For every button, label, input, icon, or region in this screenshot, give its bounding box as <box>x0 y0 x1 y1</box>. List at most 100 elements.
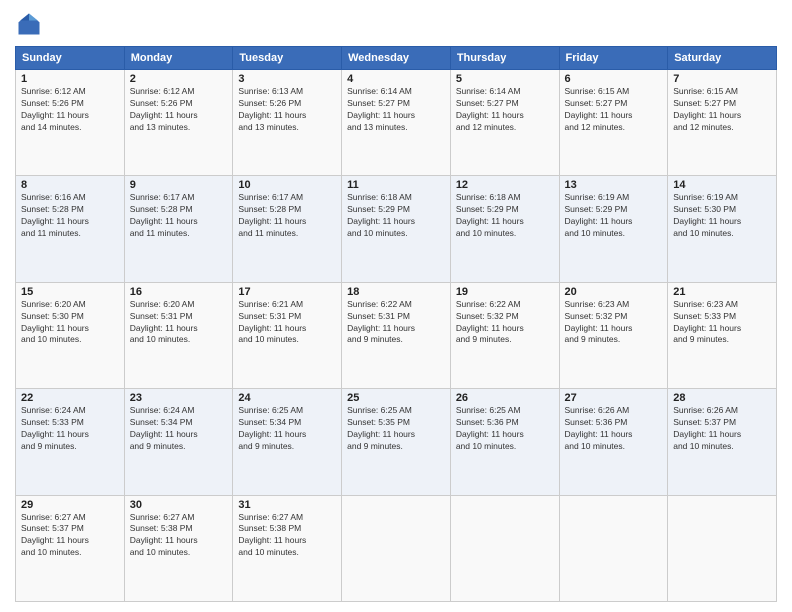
day-cell: 13Sunrise: 6:19 AMSunset: 5:29 PMDayligh… <box>559 176 668 282</box>
day-info: Sunrise: 6:18 AMSunset: 5:29 PMDaylight:… <box>347 192 445 240</box>
day-cell: 22Sunrise: 6:24 AMSunset: 5:33 PMDayligh… <box>16 389 125 495</box>
logo <box>15 10 47 38</box>
day-info: Sunrise: 6:17 AMSunset: 5:28 PMDaylight:… <box>238 192 336 240</box>
day-info: Sunrise: 6:14 AMSunset: 5:27 PMDaylight:… <box>456 86 554 134</box>
page: SundayMondayTuesdayWednesdayThursdayFrid… <box>0 0 792 612</box>
day-info: Sunrise: 6:14 AMSunset: 5:27 PMDaylight:… <box>347 86 445 134</box>
day-info: Sunrise: 6:24 AMSunset: 5:33 PMDaylight:… <box>21 405 119 453</box>
day-info: Sunrise: 6:25 AMSunset: 5:36 PMDaylight:… <box>456 405 554 453</box>
day-cell: 23Sunrise: 6:24 AMSunset: 5:34 PMDayligh… <box>124 389 233 495</box>
week-row-4: 22Sunrise: 6:24 AMSunset: 5:33 PMDayligh… <box>16 389 777 495</box>
day-cell: 25Sunrise: 6:25 AMSunset: 5:35 PMDayligh… <box>342 389 451 495</box>
day-number: 2 <box>130 73 228 85</box>
day-cell: 1Sunrise: 6:12 AMSunset: 5:26 PMDaylight… <box>16 70 125 176</box>
day-cell: 27Sunrise: 6:26 AMSunset: 5:36 PMDayligh… <box>559 389 668 495</box>
day-cell: 21Sunrise: 6:23 AMSunset: 5:33 PMDayligh… <box>668 282 777 388</box>
day-info: Sunrise: 6:20 AMSunset: 5:31 PMDaylight:… <box>130 299 228 347</box>
day-number: 29 <box>21 499 119 511</box>
day-number: 13 <box>565 179 663 191</box>
day-number: 17 <box>238 286 336 298</box>
day-number: 31 <box>238 499 336 511</box>
day-cell: 2Sunrise: 6:12 AMSunset: 5:26 PMDaylight… <box>124 70 233 176</box>
day-cell: 16Sunrise: 6:20 AMSunset: 5:31 PMDayligh… <box>124 282 233 388</box>
day-cell <box>342 495 451 601</box>
day-number: 26 <box>456 392 554 404</box>
day-info: Sunrise: 6:15 AMSunset: 5:27 PMDaylight:… <box>565 86 663 134</box>
day-cell: 3Sunrise: 6:13 AMSunset: 5:26 PMDaylight… <box>233 70 342 176</box>
day-info: Sunrise: 6:25 AMSunset: 5:35 PMDaylight:… <box>347 405 445 453</box>
day-info: Sunrise: 6:19 AMSunset: 5:29 PMDaylight:… <box>565 192 663 240</box>
column-header-thursday: Thursday <box>450 47 559 70</box>
day-number: 7 <box>673 73 771 85</box>
day-cell: 12Sunrise: 6:18 AMSunset: 5:29 PMDayligh… <box>450 176 559 282</box>
day-number: 23 <box>130 392 228 404</box>
column-header-sunday: Sunday <box>16 47 125 70</box>
week-row-3: 15Sunrise: 6:20 AMSunset: 5:30 PMDayligh… <box>16 282 777 388</box>
day-info: Sunrise: 6:22 AMSunset: 5:32 PMDaylight:… <box>456 299 554 347</box>
day-number: 19 <box>456 286 554 298</box>
day-info: Sunrise: 6:23 AMSunset: 5:33 PMDaylight:… <box>673 299 771 347</box>
day-number: 28 <box>673 392 771 404</box>
day-number: 15 <box>21 286 119 298</box>
day-cell: 15Sunrise: 6:20 AMSunset: 5:30 PMDayligh… <box>16 282 125 388</box>
day-number: 1 <box>21 73 119 85</box>
calendar-header-row: SundayMondayTuesdayWednesdayThursdayFrid… <box>16 47 777 70</box>
day-number: 27 <box>565 392 663 404</box>
day-info: Sunrise: 6:21 AMSunset: 5:31 PMDaylight:… <box>238 299 336 347</box>
day-number: 18 <box>347 286 445 298</box>
day-info: Sunrise: 6:27 AMSunset: 5:38 PMDaylight:… <box>130 512 228 560</box>
day-info: Sunrise: 6:26 AMSunset: 5:36 PMDaylight:… <box>565 405 663 453</box>
day-cell <box>668 495 777 601</box>
day-number: 8 <box>21 179 119 191</box>
day-number: 16 <box>130 286 228 298</box>
day-info: Sunrise: 6:23 AMSunset: 5:32 PMDaylight:… <box>565 299 663 347</box>
header <box>15 10 777 38</box>
day-cell: 7Sunrise: 6:15 AMSunset: 5:27 PMDaylight… <box>668 70 777 176</box>
day-number: 5 <box>456 73 554 85</box>
day-cell: 4Sunrise: 6:14 AMSunset: 5:27 PMDaylight… <box>342 70 451 176</box>
day-number: 11 <box>347 179 445 191</box>
day-number: 12 <box>456 179 554 191</box>
day-number: 30 <box>130 499 228 511</box>
day-number: 22 <box>21 392 119 404</box>
week-row-2: 8Sunrise: 6:16 AMSunset: 5:28 PMDaylight… <box>16 176 777 282</box>
day-info: Sunrise: 6:26 AMSunset: 5:37 PMDaylight:… <box>673 405 771 453</box>
day-number: 9 <box>130 179 228 191</box>
column-header-tuesday: Tuesday <box>233 47 342 70</box>
day-cell: 31Sunrise: 6:27 AMSunset: 5:38 PMDayligh… <box>233 495 342 601</box>
day-info: Sunrise: 6:12 AMSunset: 5:26 PMDaylight:… <box>130 86 228 134</box>
day-cell: 10Sunrise: 6:17 AMSunset: 5:28 PMDayligh… <box>233 176 342 282</box>
day-cell: 24Sunrise: 6:25 AMSunset: 5:34 PMDayligh… <box>233 389 342 495</box>
calendar-body: 1Sunrise: 6:12 AMSunset: 5:26 PMDaylight… <box>16 70 777 602</box>
column-header-wednesday: Wednesday <box>342 47 451 70</box>
day-number: 21 <box>673 286 771 298</box>
day-number: 3 <box>238 73 336 85</box>
logo-icon <box>15 10 43 38</box>
day-number: 4 <box>347 73 445 85</box>
day-info: Sunrise: 6:16 AMSunset: 5:28 PMDaylight:… <box>21 192 119 240</box>
day-cell: 30Sunrise: 6:27 AMSunset: 5:38 PMDayligh… <box>124 495 233 601</box>
day-info: Sunrise: 6:13 AMSunset: 5:26 PMDaylight:… <box>238 86 336 134</box>
day-cell: 9Sunrise: 6:17 AMSunset: 5:28 PMDaylight… <box>124 176 233 282</box>
day-cell: 29Sunrise: 6:27 AMSunset: 5:37 PMDayligh… <box>16 495 125 601</box>
day-cell: 11Sunrise: 6:18 AMSunset: 5:29 PMDayligh… <box>342 176 451 282</box>
day-cell: 26Sunrise: 6:25 AMSunset: 5:36 PMDayligh… <box>450 389 559 495</box>
day-number: 25 <box>347 392 445 404</box>
column-header-friday: Friday <box>559 47 668 70</box>
day-cell: 18Sunrise: 6:22 AMSunset: 5:31 PMDayligh… <box>342 282 451 388</box>
day-number: 6 <box>565 73 663 85</box>
column-header-saturday: Saturday <box>668 47 777 70</box>
calendar: SundayMondayTuesdayWednesdayThursdayFrid… <box>15 46 777 602</box>
day-cell: 17Sunrise: 6:21 AMSunset: 5:31 PMDayligh… <box>233 282 342 388</box>
day-info: Sunrise: 6:25 AMSunset: 5:34 PMDaylight:… <box>238 405 336 453</box>
day-cell: 8Sunrise: 6:16 AMSunset: 5:28 PMDaylight… <box>16 176 125 282</box>
day-info: Sunrise: 6:17 AMSunset: 5:28 PMDaylight:… <box>130 192 228 240</box>
day-number: 24 <box>238 392 336 404</box>
day-cell: 5Sunrise: 6:14 AMSunset: 5:27 PMDaylight… <box>450 70 559 176</box>
day-info: Sunrise: 6:18 AMSunset: 5:29 PMDaylight:… <box>456 192 554 240</box>
day-info: Sunrise: 6:19 AMSunset: 5:30 PMDaylight:… <box>673 192 771 240</box>
day-number: 10 <box>238 179 336 191</box>
day-cell <box>450 495 559 601</box>
day-cell: 19Sunrise: 6:22 AMSunset: 5:32 PMDayligh… <box>450 282 559 388</box>
day-info: Sunrise: 6:12 AMSunset: 5:26 PMDaylight:… <box>21 86 119 134</box>
